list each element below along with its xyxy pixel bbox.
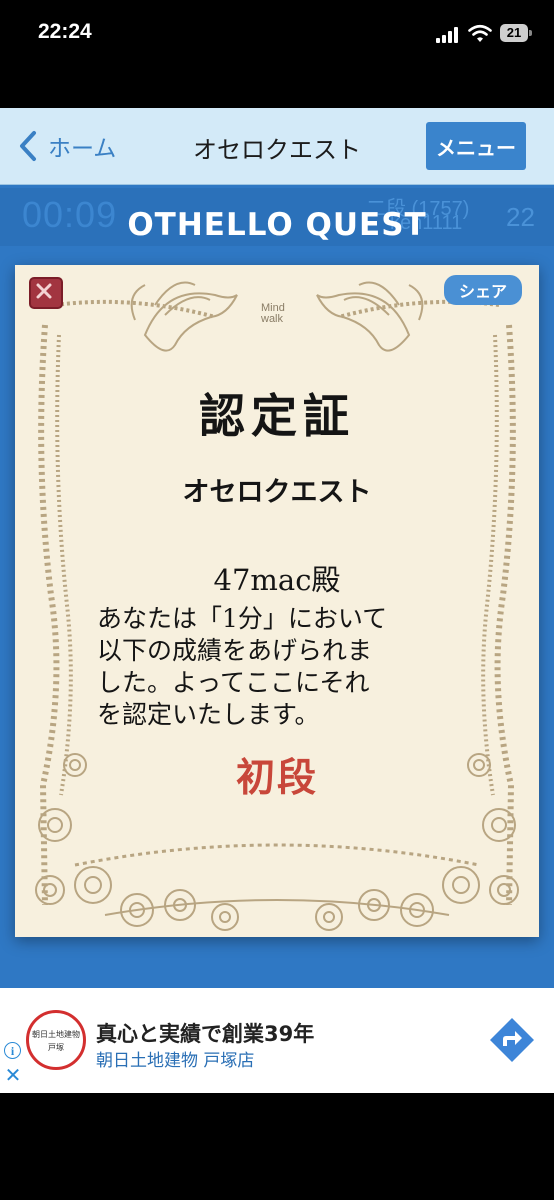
mindwalk-logo: Mind walk: [261, 302, 285, 325]
ad-banner[interactable]: 朝日土地建物 戸塚 真心と実績で創業39年 朝日土地建物 戸塚店 i ✕: [0, 988, 554, 1093]
menu-button[interactable]: メニュー: [426, 122, 526, 170]
cellular-signal-icon: [436, 27, 462, 43]
navigation-bar: ホーム オセロクエスト メニュー: [0, 108, 554, 185]
share-button[interactable]: シェア: [444, 275, 522, 305]
app-screen: 00:09 二段 (1757) ken1111 22 ホーム オセロクエスト メ…: [0, 108, 554, 1200]
status-bar: 22:24 21: [0, 0, 554, 108]
battery-tip: [529, 30, 532, 36]
ad-subtitle[interactable]: 朝日土地建物 戸塚店: [96, 1046, 254, 1071]
certificate-card: シェア Mind walk 認定証 オセロクエスト 47mac殿 あなたは「1分…: [15, 265, 539, 937]
wifi-icon: [468, 24, 492, 42]
ad-title[interactable]: 真心と実績で創業39年: [96, 1018, 314, 1048]
body-line: を認定いたします。: [97, 700, 320, 729]
body-line: 以下の成績をあげられま: [97, 636, 373, 665]
close-icon[interactable]: [29, 277, 63, 309]
ad-close-icon[interactable]: ✕: [4, 1065, 22, 1085]
status-time: 22:24: [38, 20, 92, 43]
certificate-recipient: 47mac殿: [213, 563, 341, 597]
battery-icon: 21: [500, 24, 528, 42]
body-line: した。よってここにそれ: [97, 668, 370, 697]
certificate-body: あなたは「1分」において 以下の成績をあげられま した。よってここにそれ を認定…: [97, 603, 457, 731]
app-title: OTHELLO QUEST: [127, 207, 427, 243]
body-line: あなたは「1分」において: [97, 604, 388, 633]
ad-info-icon[interactable]: i: [4, 1042, 21, 1059]
certificate-rank: 初段: [235, 755, 318, 801]
certificate-heading: 認定証: [199, 389, 355, 443]
directions-icon[interactable]: [488, 1016, 536, 1064]
ornamental-frame: [35, 281, 519, 931]
certificate-subtitle: オセロクエスト: [182, 477, 372, 508]
bottom-area: [0, 1093, 554, 1200]
advertiser-logo: 朝日土地建物 戸塚: [26, 1010, 86, 1070]
